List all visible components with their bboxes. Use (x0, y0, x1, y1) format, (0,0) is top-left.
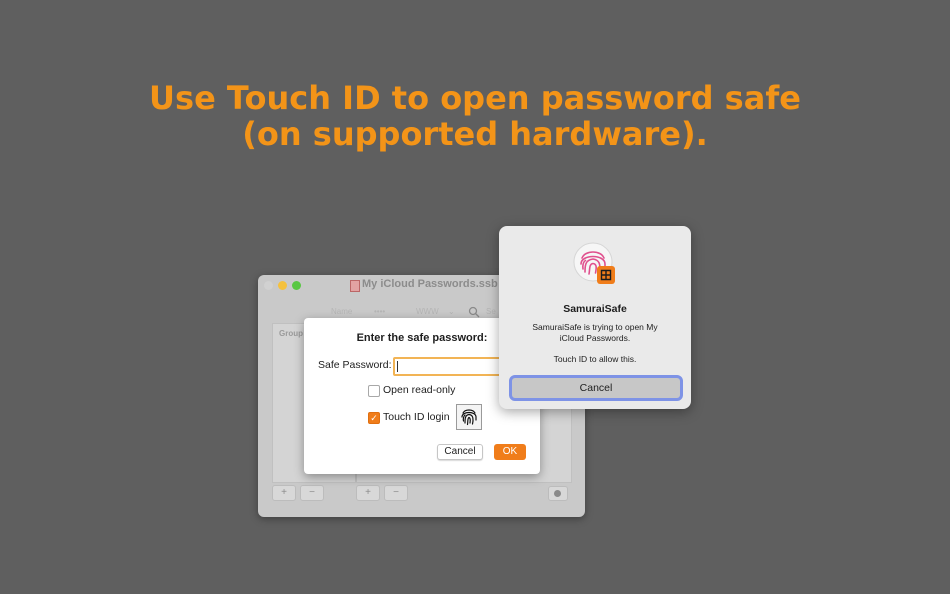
dialog-message: SamuraiSafe is trying to open My iCloud … (532, 322, 658, 343)
add-entry-button[interactable]: + (356, 485, 380, 501)
column-password: •••• (374, 307, 386, 316)
add-group-button[interactable]: + (272, 485, 296, 501)
remove-entry-button[interactable]: − (384, 485, 408, 501)
ok-button[interactable]: OK (494, 444, 526, 460)
touchid-button[interactable] (456, 404, 482, 430)
touchid-dialog: SamuraiSafe SamuraiSafe is trying to ope… (499, 226, 691, 409)
column-name: Name (331, 307, 353, 316)
cancel-button[interactable]: Cancel (437, 444, 483, 460)
open-readonly-label[interactable]: Open read-only (383, 384, 455, 396)
chevron-down-icon: ⌄ (448, 307, 455, 316)
close-window-button[interactable] (264, 281, 273, 290)
column-www: WWW (416, 307, 439, 316)
remove-group-button[interactable]: − (300, 485, 324, 501)
open-readonly-checkbox[interactable] (368, 385, 380, 397)
headline-line-1: Use Touch ID to open password safe (149, 79, 801, 117)
headline-line-2: (on supported hardware). (242, 115, 708, 153)
samuraisafe-app-icon (573, 242, 615, 284)
touchid-label[interactable]: Touch ID login (383, 411, 450, 423)
dialog-cancel-button[interactable]: Cancel (509, 375, 683, 401)
password-label: Safe Password: (318, 359, 392, 371)
zoom-window-button[interactable] (292, 281, 301, 290)
fingerprint-icon (461, 409, 477, 426)
touchid-checkbox[interactable]: ✓ (368, 412, 380, 424)
minimize-window-button[interactable] (278, 281, 287, 290)
dialog-instruction: Touch ID to allow this. (553, 354, 637, 364)
dialog-app-name: SamuraiSafe (563, 303, 627, 315)
window-title: My iCloud Passwords.ssb (362, 278, 498, 290)
gear-icon (554, 490, 561, 497)
settings-button[interactable] (548, 486, 568, 501)
document-icon (350, 280, 360, 292)
sidebar-header: Group (279, 329, 303, 338)
search-icon[interactable] (468, 306, 480, 318)
text-caret (397, 361, 398, 372)
search-field[interactable]: Se (486, 307, 496, 316)
